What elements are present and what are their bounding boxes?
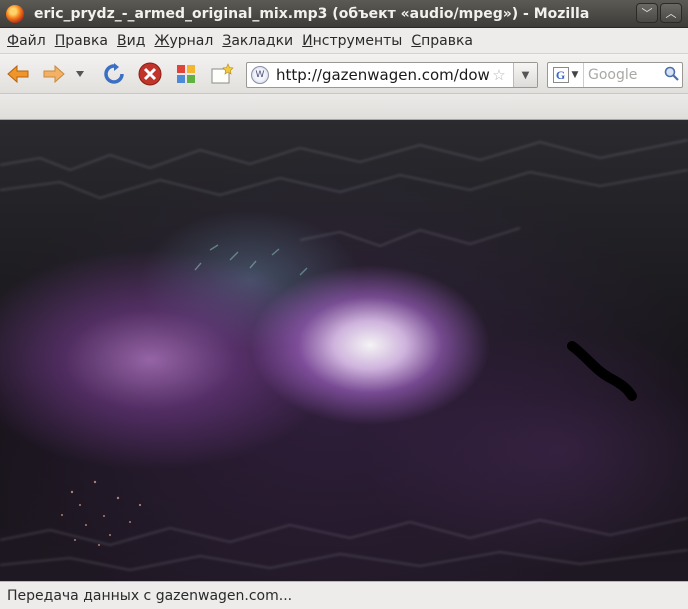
bookmarks-toolbar [0,94,688,120]
window-controls: ﹀ ︿ [636,3,682,23]
google-logo-icon: G [552,67,569,83]
new-bookmark-button[interactable] [210,62,234,86]
back-arrow-icon [7,64,29,84]
history-dropdown-icon [76,71,84,77]
magnifier-icon[interactable] [662,66,680,85]
search-engine-selector[interactable]: G ▼ [548,63,584,87]
menu-bar: Файл Правка Вид Журнал Закладки Инструме… [0,28,688,54]
menu-tools[interactable]: Инструменты [299,33,405,49]
search-bar[interactable]: G ▼ [547,62,683,88]
stop-icon [138,62,162,86]
stop-button[interactable] [138,62,162,86]
menu-file[interactable]: Файл [4,33,49,49]
menu-help[interactable]: Справка [408,33,476,49]
audio-visualization[interactable] [0,120,688,581]
new-bookmark-icon [211,63,234,84]
firefox-icon [6,4,24,23]
forward-arrow-icon [43,64,65,84]
navigation-toolbar: W http://gazenwagen.com/download/eric_pr… [0,54,688,94]
window-title: eric_prydz_-_armed_original_mix.mp3 (объ… [34,5,594,22]
menu-view[interactable]: Вид [114,33,148,49]
back-button[interactable] [6,62,30,86]
url-dropdown-button[interactable]: ▼ [513,63,537,87]
home-icon [177,65,195,83]
menu-edit[interactable]: Правка [52,33,111,49]
menu-history[interactable]: Журнал [151,33,216,49]
home-button[interactable] [174,62,198,86]
url-bar[interactable]: W http://gazenwagen.com/download/eric_pr… [246,62,538,88]
reload-button[interactable] [102,62,126,86]
reload-icon [104,63,124,84]
maximize-button[interactable]: ︿ [660,3,682,23]
history-dropdown-button[interactable] [73,62,87,86]
search-input[interactable] [588,67,662,83]
bookmark-star-icon[interactable]: ☆ [490,66,508,84]
window-titlebar[interactable]: eric_prydz_-_armed_original_mix.mp3 (объ… [0,0,688,28]
minimize-button[interactable]: ﹀ [636,3,658,23]
menu-bookmarks[interactable]: Закладки [219,33,296,49]
status-text: Передача данных с gazenwagen.com... [7,587,293,604]
site-identity-icon[interactable]: W [251,66,269,84]
status-bar: Передача данных с gazenwagen.com... [0,581,688,609]
visualization-art [0,139,688,571]
forward-button[interactable] [42,62,66,86]
chevron-down-icon: ▼ [571,70,579,80]
url-text[interactable]: http://gazenwagen.com/download/eric_pryd… [276,66,490,84]
